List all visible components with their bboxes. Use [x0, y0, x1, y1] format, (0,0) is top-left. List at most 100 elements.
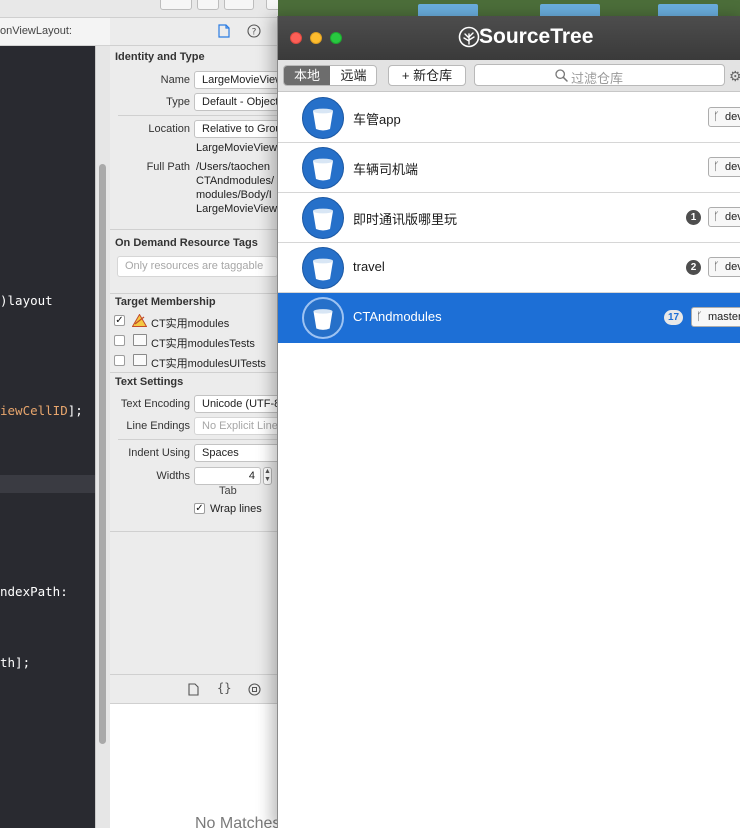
tab-width-field[interactable]: 4 [194, 467, 261, 485]
local-remote-segmented: 本地 远端 [283, 65, 377, 86]
name-label: Name [160, 74, 190, 86]
full-path-line: modules/Body/I [196, 189, 272, 201]
code-snippet-icon[interactable]: {} [217, 681, 231, 695]
type-select[interactable]: Default - Object [194, 93, 278, 111]
indent-using-select[interactable]: Spaces [194, 444, 278, 462]
code-editor[interactable]: )layout iewCellID]; ndexPath: th]; [0, 46, 95, 828]
branch-badge[interactable]: ᚴdev [708, 107, 740, 127]
branch-badge[interactable]: ᚴdev [708, 207, 740, 227]
target-checkbox[interactable]: ✓ [114, 315, 125, 326]
repository-row[interactable]: travel 2 ᚴdev [278, 243, 740, 293]
repo-toolbar: 本地 远端 + 新仓库 过滤仓库 ⚙ [278, 60, 740, 92]
file-inspector: ? Identity and Type Name LargeMovieView … [110, 18, 278, 828]
repository-name: 车辆司机端 [353, 162, 419, 177]
close-button[interactable] [290, 32, 302, 44]
svg-text:?: ? [252, 28, 257, 38]
widths-label: Widths [156, 470, 190, 482]
resource-tags-field[interactable]: Only resources are taggable [117, 256, 278, 277]
no-matches-text: No Matches [195, 815, 278, 828]
toolbar-back-icon[interactable] [224, 0, 254, 10]
text-encoding-select[interactable]: Unicode (UTF-8) [194, 395, 278, 413]
quick-help-icon[interactable]: ? [246, 24, 262, 40]
repository-bucket-icon [302, 147, 344, 189]
text-settings-section-title: Text Settings [115, 376, 184, 388]
wrap-lines-label: Wrap lines [210, 503, 262, 515]
divider [110, 372, 278, 373]
title-bar[interactable]: SourceTree [278, 16, 740, 60]
repository-name: 车管app [353, 112, 401, 127]
tab-width-stepper[interactable]: ▲ ▼ [263, 467, 272, 485]
inspector-tabs: ? [110, 18, 278, 46]
branch-badge[interactable]: ᚴ master [691, 307, 740, 327]
minimize-button[interactable] [310, 32, 322, 44]
name-field[interactable]: LargeMovieView [194, 71, 278, 89]
gear-icon[interactable]: ⚙ [729, 69, 740, 83]
repository-row[interactable]: 车辆司机端 ᚴdev [278, 143, 740, 193]
type-label: Type [166, 96, 190, 108]
repository-row[interactable]: 车管app ᚴdev [278, 93, 740, 143]
search-icon [555, 69, 568, 82]
repository-bucket-icon [302, 297, 344, 339]
repository-row-selected[interactable]: CTAndmodules 17 ᚴ master [278, 293, 740, 343]
tab-remote[interactable]: 远端 [331, 66, 376, 85]
current-line-highlight [0, 475, 95, 493]
library-tabs: {} [110, 674, 278, 704]
branch-icon: ᚴ [713, 161, 720, 173]
jump-bar[interactable]: onViewLayout: [0, 18, 110, 46]
identity-section-title: Identity and Type [115, 51, 205, 63]
divider [110, 293, 278, 294]
on-demand-section-title: On Demand Resource Tags [115, 237, 258, 249]
full-path-line: LargeMovieView [196, 203, 278, 215]
repository-name: travel [353, 259, 385, 274]
divider [110, 531, 278, 532]
indent-using-label: Indent Using [128, 447, 190, 459]
filter-repositories-input[interactable]: 过滤仓库 [474, 64, 725, 86]
branch-icon: ᚴ [713, 111, 720, 123]
sourcetree-logo-icon [458, 26, 480, 48]
screen: onViewLayout: )layout iewCellID]; ndexPa… [0, 0, 740, 828]
divider [110, 229, 278, 230]
target-label: CT实用modulesTests [151, 338, 255, 350]
code-line[interactable]: th]; [0, 655, 30, 670]
app-title: SourceTree [479, 25, 594, 48]
code-line[interactable]: iewCellID]; [0, 403, 83, 418]
repository-name: CTAndmodules [353, 309, 442, 324]
code-line[interactable]: ndexPath: [0, 584, 68, 599]
pending-changes-count: 1 [686, 210, 701, 225]
tab-label: Tab [219, 485, 237, 497]
branch-badge[interactable]: ᚴdev [708, 257, 740, 277]
target-membership-section-title: Target Membership [115, 296, 216, 308]
line-endings-select[interactable]: No Explicit Line [194, 417, 278, 435]
library-pane: No Matches [110, 704, 278, 828]
branch-icon: ᚴ [696, 311, 703, 323]
jump-bar-method[interactable]: onViewLayout: [0, 25, 72, 37]
scrollbar-thumb[interactable] [99, 164, 106, 744]
repository-bucket-icon [302, 197, 344, 239]
branch-badge[interactable]: ᚴdev [708, 157, 740, 177]
tab-local[interactable]: 本地 [284, 66, 330, 85]
app-target-icon [132, 314, 147, 327]
target-checkbox[interactable] [114, 355, 125, 366]
toolbar-segment-icon[interactable] [160, 0, 192, 10]
target-label: CT实用modulesUITests [151, 358, 266, 370]
target-checkbox[interactable] [114, 335, 125, 346]
code-line[interactable]: )layout [0, 293, 53, 308]
file-template-icon[interactable] [188, 683, 199, 701]
location-label: Location [148, 123, 190, 135]
location-select[interactable]: Relative to Group [194, 120, 278, 138]
object-library-icon[interactable] [248, 683, 261, 701]
repository-row[interactable]: 即时通讯版哪里玩 1 ᚴdev [278, 193, 740, 243]
wrap-lines-checkbox[interactable]: ✓ [194, 503, 205, 514]
search-placeholder: 过滤仓库 [571, 71, 624, 86]
divider [118, 439, 278, 440]
file-inspector-icon[interactable] [216, 24, 232, 40]
divider [118, 115, 278, 116]
branch-icon: ᚴ [713, 211, 720, 223]
target-label: CT实用modules [151, 318, 230, 330]
zoom-button[interactable] [330, 32, 342, 44]
test-bundle-icon [133, 354, 147, 366]
full-path-line: /Users/taochen [196, 161, 270, 173]
editor-scrollbar[interactable] [95, 46, 110, 828]
new-repository-button[interactable]: + 新仓库 [388, 65, 466, 86]
toolbar-link-icon[interactable] [197, 0, 219, 10]
